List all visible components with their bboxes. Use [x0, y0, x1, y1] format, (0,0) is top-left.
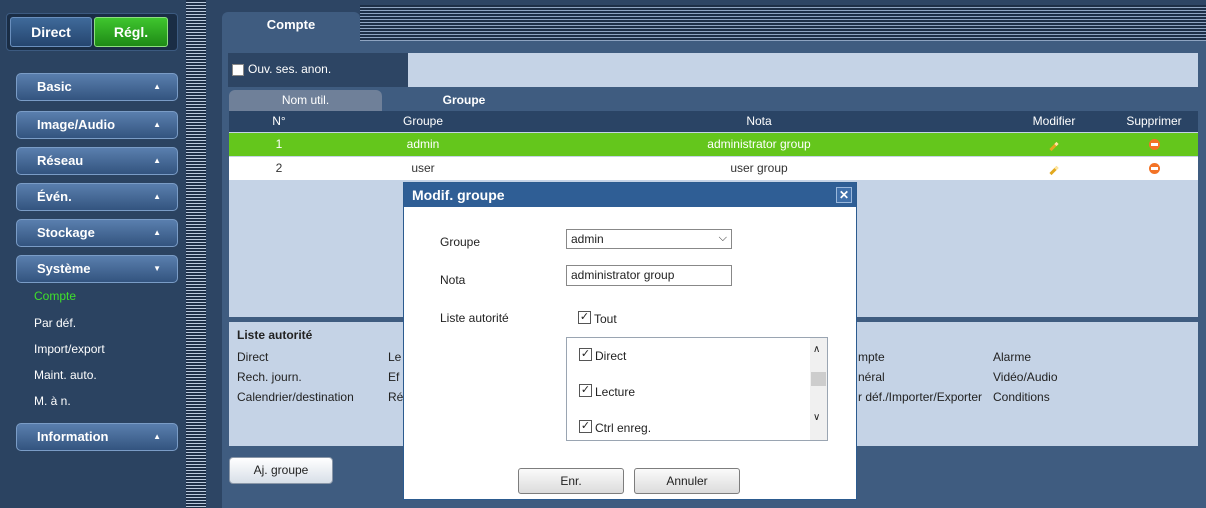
- permission-item: Ré: [388, 390, 404, 404]
- menu-information[interactable]: Information ▲: [16, 423, 178, 451]
- menu-label: Réseau: [37, 153, 84, 168]
- menu-label: Évén.: [37, 189, 72, 204]
- row-group: admin: [406, 137, 440, 151]
- group-select-value: admin: [571, 232, 604, 246]
- header-nota: Nota: [746, 114, 772, 128]
- listbox-scrollbar[interactable]: ∧ ∨: [810, 338, 827, 440]
- menu-label: Basic: [37, 79, 72, 94]
- menu-label: Système: [37, 261, 91, 276]
- divider: [186, 0, 206, 508]
- anonymous-login-label: Ouv. ses. anon.: [248, 62, 332, 76]
- permission-label: Direct: [595, 349, 627, 363]
- edit-pencil-icon[interactable]: [1044, 133, 1064, 156]
- chevron-up-icon[interactable]: ∧: [813, 344, 820, 355]
- group-select[interactable]: admin ⌵: [566, 229, 732, 249]
- header-modify: Modifier: [1032, 114, 1076, 128]
- permission-item: Vidéo/Audio: [993, 370, 1058, 384]
- permission-item: Calendrier/destination: [237, 390, 354, 404]
- tab-group[interactable]: Groupe: [388, 90, 540, 111]
- permission-item: r déf./Importer/Exporter: [858, 390, 983, 404]
- header-delete: Supprimer: [1126, 114, 1182, 128]
- menu-storage[interactable]: Stockage ▲: [16, 219, 178, 247]
- edit-group-dialog: Modif. groupe ✕ Groupe admin ⌵ Nota admi…: [403, 182, 857, 500]
- menu-image-audio[interactable]: Image/Audio ▲: [16, 111, 178, 139]
- permission-title: Liste autorité: [237, 328, 313, 342]
- group-label: Groupe: [440, 235, 481, 249]
- triangle-up-icon: ▲: [153, 228, 161, 237]
- sidebar-item-import-export[interactable]: Import/export: [34, 342, 105, 356]
- sidebar-item-upgrade[interactable]: M. à n.: [34, 394, 71, 408]
- nota-input[interactable]: administrator group: [566, 265, 732, 286]
- permission-item: mpte: [858, 350, 885, 364]
- direct-button[interactable]: Direct: [10, 17, 92, 47]
- header-no: N°: [272, 114, 286, 128]
- sidebar-item-defaults[interactable]: Par déf.: [34, 316, 76, 330]
- menu-basic[interactable]: Basic ▲: [16, 73, 178, 101]
- authority-label: Liste autorité: [440, 311, 509, 325]
- menu-label: Stockage: [37, 225, 95, 240]
- permission-label: Lecture: [595, 385, 636, 399]
- table-row[interactable]: 2 user user group: [229, 157, 1198, 180]
- permission-item: Rech. journ.: [237, 370, 302, 384]
- permission-item: Direct: [237, 350, 269, 364]
- save-button[interactable]: Enr.: [518, 468, 624, 494]
- chevron-down-icon: ⌵: [718, 232, 727, 244]
- permission-checkbox[interactable]: ✓: [579, 384, 592, 397]
- close-icon[interactable]: ✕: [836, 187, 852, 203]
- permission-item: Alarme: [993, 350, 1032, 364]
- triangle-up-icon: ▲: [153, 120, 161, 129]
- sidebar-item-account[interactable]: Compte: [34, 289, 76, 303]
- table-header: N° Groupe Nota Modifier Supprimer: [229, 111, 1198, 132]
- tab-account[interactable]: Compte: [222, 12, 360, 42]
- menu-label: Image/Audio: [37, 117, 116, 132]
- permission-listbox[interactable]: ✓ Direct ✓ Lecture ✓ Ctrl enreg. ∧ ∨: [566, 337, 828, 441]
- header-stripes: [360, 5, 1206, 41]
- triangle-up-icon: ▲: [153, 156, 161, 165]
- cancel-button[interactable]: Annuler: [634, 468, 740, 494]
- menu-network[interactable]: Réseau ▲: [16, 147, 178, 175]
- delete-icon[interactable]: [1144, 157, 1164, 182]
- triangle-down-icon: ▼: [153, 264, 161, 273]
- permission-checkbox[interactable]: ✓: [579, 420, 592, 433]
- row-group: user: [411, 161, 435, 175]
- all-checkbox[interactable]: ✓: [578, 311, 591, 324]
- nota-label: Nota: [440, 273, 466, 287]
- permission-label: Ctrl enreg.: [595, 421, 652, 435]
- dialog-title: Modif. groupe: [412, 187, 505, 203]
- row-no: 1: [275, 137, 283, 151]
- triangle-up-icon: ▲: [153, 432, 161, 441]
- menu-label: Information: [37, 429, 109, 444]
- sidebar-item-auto-maintenance[interactable]: Maint. auto.: [34, 368, 97, 382]
- row-no: 2: [275, 161, 283, 175]
- menu-events[interactable]: Évén. ▲: [16, 183, 178, 211]
- header-group: Groupe: [402, 114, 444, 128]
- triangle-up-icon: ▲: [153, 82, 161, 91]
- edit-pencil-icon[interactable]: [1044, 157, 1064, 180]
- add-group-button[interactable]: Aj. groupe: [229, 457, 333, 484]
- triangle-up-icon: ▲: [153, 192, 161, 201]
- scrollbar-thumb[interactable]: [811, 372, 826, 386]
- menu-system[interactable]: Système ▼: [16, 255, 178, 283]
- delete-icon[interactable]: [1144, 133, 1164, 158]
- permission-item: néral: [858, 370, 885, 384]
- table-row[interactable]: 1 admin administrator group: [229, 133, 1198, 156]
- settings-button[interactable]: Régl.: [94, 17, 168, 47]
- chevron-down-icon[interactable]: ∨: [813, 412, 820, 423]
- row-nota: user group: [730, 161, 788, 175]
- permission-item: Conditions: [993, 390, 1050, 404]
- row-nota: administrator group: [707, 137, 811, 151]
- dialog-header: Modif. groupe ✕: [404, 183, 856, 207]
- tab-username[interactable]: Nom util.: [229, 90, 382, 111]
- permission-item: Ef: [388, 370, 400, 384]
- anonymous-login-checkbox[interactable]: [232, 64, 244, 76]
- all-label: Tout: [594, 312, 617, 326]
- permission-item: Le: [388, 350, 402, 364]
- sidebar: Direct Régl. Basic ▲ Image/Audio ▲ Réseau ▲…: [0, 0, 186, 508]
- permission-checkbox[interactable]: ✓: [579, 348, 592, 361]
- anonymous-login-panel: [408, 53, 1198, 87]
